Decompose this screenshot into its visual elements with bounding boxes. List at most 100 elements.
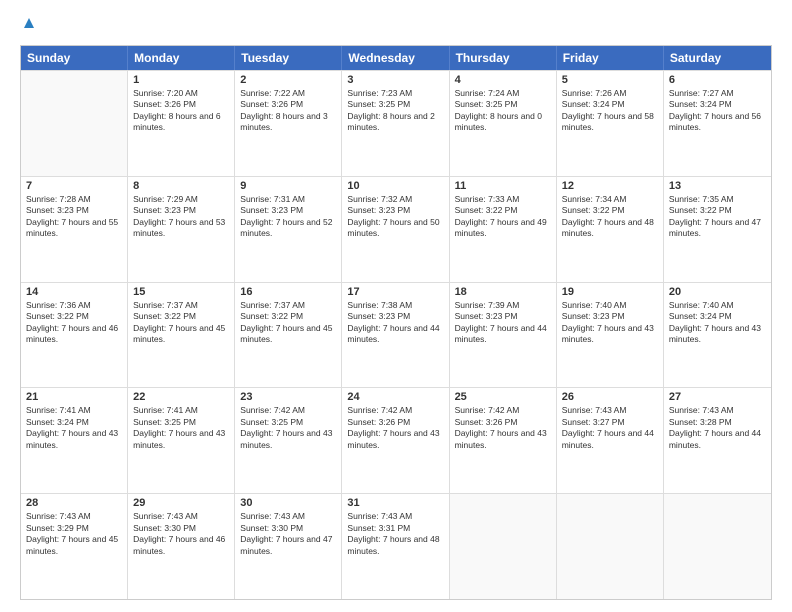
day-number: 8 (133, 180, 229, 192)
logo (20, 16, 36, 35)
day-info: Sunrise: 7:39 AMSunset: 3:23 PMDaylight:… (455, 300, 551, 346)
calendar-cell: 30 Sunrise: 7:43 AMSunset: 3:30 PMDayligh… (235, 494, 342, 599)
calendar-header-cell: Saturday (664, 46, 771, 70)
day-info: Sunrise: 7:34 AMSunset: 3:22 PMDaylight:… (562, 194, 658, 240)
day-number: 14 (26, 286, 122, 298)
day-number: 1 (133, 74, 229, 86)
day-number: 28 (26, 497, 122, 509)
day-number: 7 (26, 180, 122, 192)
day-number: 5 (562, 74, 658, 86)
calendar-cell: 13 Sunrise: 7:35 AMSunset: 3:22 PMDayligh… (664, 177, 771, 282)
day-info: Sunrise: 7:38 AMSunset: 3:23 PMDaylight:… (347, 300, 443, 346)
calendar-cell: 12 Sunrise: 7:34 AMSunset: 3:22 PMDayligh… (557, 177, 664, 282)
calendar-cell: 24 Sunrise: 7:42 AMSunset: 3:26 PMDayligh… (342, 388, 449, 493)
logo-icon (22, 16, 36, 30)
day-number: 18 (455, 286, 551, 298)
day-info: Sunrise: 7:43 AMSunset: 3:29 PMDaylight:… (26, 511, 122, 557)
day-info: Sunrise: 7:43 AMSunset: 3:30 PMDaylight:… (133, 511, 229, 557)
calendar-cell: 9Sunrise: 7:31 AMSunset: 3:23 PMDaylight… (235, 177, 342, 282)
day-number: 27 (669, 391, 766, 403)
calendar-cell: 7 Sunrise: 7:28 AMSunset: 3:23 PMDaylight… (21, 177, 128, 282)
calendar-cell: 1 Sunrise: 7:20 AMSunset: 3:26 PMDaylight… (128, 71, 235, 176)
calendar-cell: 10Sunrise: 7:32 AMSunset: 3:23 PMDayligh… (342, 177, 449, 282)
calendar-cell: 18 Sunrise: 7:39 AMSunset: 3:23 PMDayligh… (450, 283, 557, 388)
calendar-header-cell: Thursday (450, 46, 557, 70)
day-number: 15 (133, 286, 229, 298)
day-info: Sunrise: 7:43 AMSunset: 3:30 PMDaylight:… (240, 511, 336, 557)
day-number: 20 (669, 286, 766, 298)
day-info: Sunrise: 7:43 AMSunset: 3:31 PMDaylight:… (347, 511, 443, 557)
day-info: Sunrise: 7:41 AMSunset: 3:25 PMDaylight:… (133, 405, 229, 451)
calendar-cell: 6 Sunrise: 7:27 AMSunset: 3:24 PMDaylight… (664, 71, 771, 176)
day-number: 31 (347, 497, 443, 509)
day-number: 24 (347, 391, 443, 403)
calendar-cell: 3 Sunrise: 7:23 AMSunset: 3:25 PMDaylight… (342, 71, 449, 176)
calendar-header-cell: Tuesday (235, 46, 342, 70)
day-info: Sunrise: 7:37 AMSunset: 3:22 PMDaylight:… (133, 300, 229, 346)
day-number: 16 (240, 286, 336, 298)
calendar-cell: 29Sunrise: 7:43 AMSunset: 3:30 PMDayligh… (128, 494, 235, 599)
day-number: 12 (562, 180, 658, 192)
day-number: 17 (347, 286, 443, 298)
day-number: 2 (240, 74, 336, 86)
day-number: 22 (133, 391, 229, 403)
calendar-cell: 14 Sunrise: 7:36 AMSunset: 3:22 PMDayligh… (21, 283, 128, 388)
calendar-cell: 5 Sunrise: 7:26 AMSunset: 3:24 PMDaylight… (557, 71, 664, 176)
calendar-cell: 20Sunrise: 7:40 AMSunset: 3:24 PMDayligh… (664, 283, 771, 388)
day-info: Sunrise: 7:32 AMSunset: 3:23 PMDaylight:… (347, 194, 443, 240)
day-info: Sunrise: 7:27 AMSunset: 3:24 PMDaylight:… (669, 88, 766, 134)
calendar-cell: 23 Sunrise: 7:42 AMSunset: 3:25 PMDayligh… (235, 388, 342, 493)
calendar-cell (21, 71, 128, 176)
page: SundayMondayTuesdayWednesdayThursdayFrid… (0, 0, 792, 612)
calendar-cell: 26 Sunrise: 7:43 AMSunset: 3:27 PMDayligh… (557, 388, 664, 493)
calendar-row: 14 Sunrise: 7:36 AMSunset: 3:22 PMDayligh… (21, 282, 771, 388)
day-info: Sunrise: 7:36 AMSunset: 3:22 PMDaylight:… (26, 300, 122, 346)
day-info: Sunrise: 7:35 AMSunset: 3:22 PMDaylight:… (669, 194, 766, 240)
day-info: Sunrise: 7:22 AMSunset: 3:26 PMDaylight:… (240, 88, 336, 134)
day-info: Sunrise: 7:43 AMSunset: 3:27 PMDaylight:… (562, 405, 658, 451)
day-info: Sunrise: 7:42 AMSunset: 3:26 PMDaylight:… (455, 405, 551, 451)
calendar-cell: 22 Sunrise: 7:41 AMSunset: 3:25 PMDayligh… (128, 388, 235, 493)
calendar-cell: 8 Sunrise: 7:29 AMSunset: 3:23 PMDaylight… (128, 177, 235, 282)
day-info: Sunrise: 7:41 AMSunset: 3:24 PMDaylight:… (26, 405, 122, 451)
day-info: Sunrise: 7:31 AMSunset: 3:23 PMDaylight:… (240, 194, 336, 240)
day-number: 11 (455, 180, 551, 192)
calendar-header-cell: Friday (557, 46, 664, 70)
calendar-row: 28 Sunrise: 7:43 AMSunset: 3:29 PMDayligh… (21, 493, 771, 599)
day-number: 30 (240, 497, 336, 509)
calendar-cell (664, 494, 771, 599)
day-info: Sunrise: 7:23 AMSunset: 3:25 PMDaylight:… (347, 88, 443, 134)
calendar-row: 1 Sunrise: 7:20 AMSunset: 3:26 PMDaylight… (21, 70, 771, 176)
day-info: Sunrise: 7:43 AMSunset: 3:28 PMDaylight:… (669, 405, 766, 451)
calendar: SundayMondayTuesdayWednesdayThursdayFrid… (20, 45, 772, 600)
day-number: 26 (562, 391, 658, 403)
calendar-cell: 31 Sunrise: 7:43 AMSunset: 3:31 PMDayligh… (342, 494, 449, 599)
day-info: Sunrise: 7:40 AMSunset: 3:23 PMDaylight:… (562, 300, 658, 346)
day-info: Sunrise: 7:28 AMSunset: 3:23 PMDaylight:… (26, 194, 122, 240)
day-info: Sunrise: 7:24 AMSunset: 3:25 PMDaylight:… (455, 88, 551, 134)
day-number: 3 (347, 74, 443, 86)
day-info: Sunrise: 7:42 AMSunset: 3:26 PMDaylight:… (347, 405, 443, 451)
day-info: Sunrise: 7:20 AMSunset: 3:26 PMDaylight:… (133, 88, 229, 134)
calendar-cell: 25 Sunrise: 7:42 AMSunset: 3:26 PMDayligh… (450, 388, 557, 493)
day-number: 23 (240, 391, 336, 403)
day-number: 19 (562, 286, 658, 298)
day-number: 21 (26, 391, 122, 403)
day-info: Sunrise: 7:26 AMSunset: 3:24 PMDaylight:… (562, 88, 658, 134)
day-info: Sunrise: 7:33 AMSunset: 3:22 PMDaylight:… (455, 194, 551, 240)
calendar-header-row: SundayMondayTuesdayWednesdayThursdayFrid… (21, 46, 771, 70)
day-info: Sunrise: 7:29 AMSunset: 3:23 PMDaylight:… (133, 194, 229, 240)
calendar-cell (450, 494, 557, 599)
day-number: 13 (669, 180, 766, 192)
day-number: 25 (455, 391, 551, 403)
calendar-header-cell: Wednesday (342, 46, 449, 70)
calendar-cell: 19 Sunrise: 7:40 AMSunset: 3:23 PMDayligh… (557, 283, 664, 388)
day-info: Sunrise: 7:42 AMSunset: 3:25 PMDaylight:… (240, 405, 336, 451)
calendar-row: 7 Sunrise: 7:28 AMSunset: 3:23 PMDaylight… (21, 176, 771, 282)
calendar-cell: 11 Sunrise: 7:33 AMSunset: 3:22 PMDayligh… (450, 177, 557, 282)
calendar-row: 21 Sunrise: 7:41 AMSunset: 3:24 PMDayligh… (21, 387, 771, 493)
calendar-cell: 2 Sunrise: 7:22 AMSunset: 3:26 PMDaylight… (235, 71, 342, 176)
day-number: 6 (669, 74, 766, 86)
calendar-header-cell: Monday (128, 46, 235, 70)
calendar-header-cell: Sunday (21, 46, 128, 70)
